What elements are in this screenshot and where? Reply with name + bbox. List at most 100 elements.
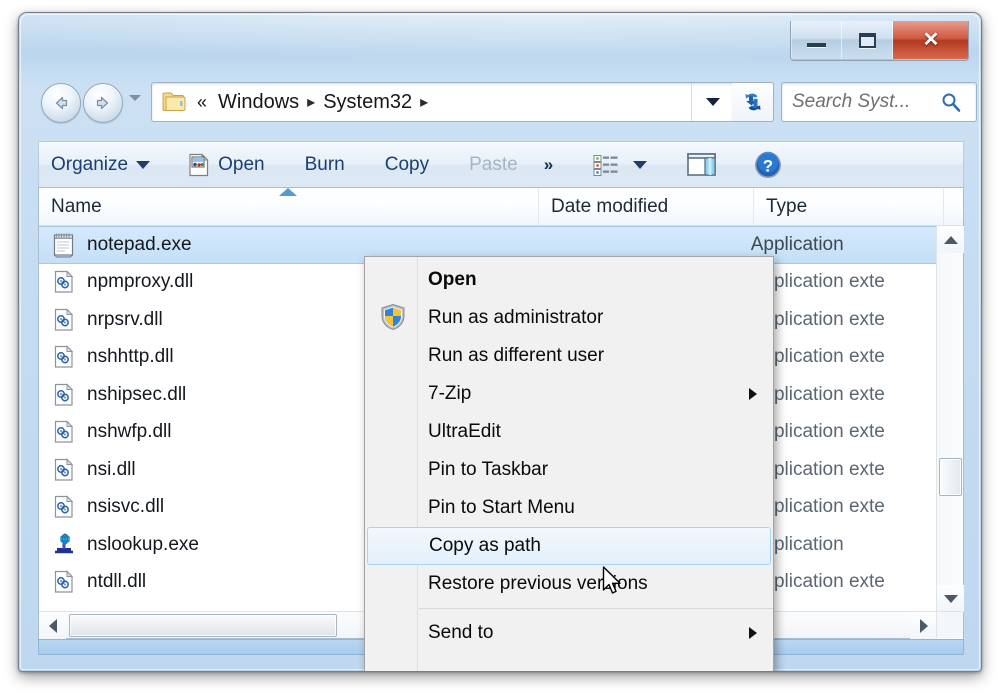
file-type: Application exte [750,308,885,330]
submenu-arrow-icon [749,627,757,639]
scroll-up-button[interactable] [937,226,964,253]
notepad-icon [51,232,77,258]
paste-label: Paste [469,153,518,175]
context-menu-item[interactable]: Run as administrator [365,299,773,337]
context-menu-separator [419,608,773,609]
scroll-up-icon [943,235,958,244]
context-menu-item[interactable]: Pin to Start Menu [365,489,773,527]
column-header-type-label: Type [766,195,808,217]
svg-text:?: ? [763,156,773,175]
copy-button[interactable]: Copy [357,142,441,187]
open-button[interactable]: Open [162,142,276,187]
refresh-icon [744,93,761,111]
back-button[interactable] [41,83,81,123]
scroll-down-icon [943,594,958,603]
change-view-button[interactable] [567,142,659,187]
help-icon: ? [755,151,782,178]
search-box[interactable] [781,82,977,122]
toolbar-overflow-button[interactable]: » [530,142,567,187]
address-dropdown-button[interactable] [691,83,733,121]
breadcrumb-separator-icon[interactable]: ▸ [306,92,316,112]
vertical-scrollbar[interactable] [936,226,964,639]
preview-pane-icon [687,152,716,176]
explorer-window: ✕ « Windows ▸ System32 ▸ Search Syst... … [18,12,982,672]
breadcrumb-item-windows[interactable]: Windows [211,91,306,114]
context-menu-item-label: Pin to Taskbar [428,459,549,480]
forward-arrow-icon [96,96,109,110]
back-arrow-icon [55,96,68,110]
column-header-name-label: Name [51,195,102,217]
close-button[interactable]: ✕ [893,21,968,59]
context-menu-item-label: UltraEdit [428,421,501,442]
context-menu-item[interactable]: Pin to Taskbar [365,451,773,489]
command-toolbar: Organize Open Burn Copy Paste » ? [38,141,964,187]
dll-icon [51,382,77,408]
help-button[interactable]: ? [729,142,795,187]
chevron-down-icon [705,98,720,106]
dll-icon [51,494,77,520]
context-menu-item-label: Send to [428,622,494,643]
file-type: Application exte [750,496,885,518]
breadcrumb-item-system32[interactable]: System32 [316,91,419,114]
chevron-down-icon [633,160,648,169]
context-menu-item[interactable]: UltraEdit [365,413,773,451]
scrollbar-corner [936,611,963,638]
column-header-row: Name Date modified Type [39,188,963,226]
breadcrumb-separator-icon-2[interactable]: ▸ [419,92,429,112]
context-menu-item-label: Open [428,269,477,290]
file-name: notepad.exe [87,233,192,255]
column-header-name[interactable]: Name [39,188,539,225]
file-type: Application exte [750,571,885,593]
paste-button: Paste [441,142,530,187]
nslookup-icon [51,532,77,558]
context-menu-item[interactable]: Open [365,261,773,299]
context-menu-item[interactable]: Restore previous versions [365,565,773,603]
context-menu-item[interactable]: Send to [365,614,773,652]
address-bar[interactable]: « Windows ▸ System32 ▸ [151,82,734,122]
scroll-right-button[interactable] [910,612,937,639]
context-menu-item-label: Restore previous versions [428,573,648,594]
context-menu-item-label: Copy as path [429,535,541,556]
context-menu-item-label: Run as administrator [428,307,604,328]
scroll-down-button[interactable] [937,585,964,612]
close-icon: ✕ [922,29,940,51]
context-menu-item[interactable]: Copy as path [367,527,771,565]
sort-ascending-icon [279,188,297,196]
file-type: Application exte [750,421,885,443]
preview-pane-button[interactable] [659,142,729,187]
search-input[interactable] [790,90,940,114]
dll-icon [51,457,77,483]
context-menu-item[interactable]: Run as different user [365,337,773,375]
open-file-icon [189,152,209,176]
scroll-right-icon [919,618,928,633]
breadcrumb-overflow-icon[interactable]: « [193,92,211,113]
scroll-left-button[interactable] [39,612,66,639]
maximize-button[interactable] [842,21,893,59]
horizontal-scrollbar-thumb[interactable] [69,614,337,637]
refresh-button[interactable] [732,82,774,122]
file-type: Application exte [750,383,885,405]
recent-pages-icon[interactable] [129,95,141,101]
dll-icon [51,569,77,595]
open-label: Open [218,153,265,175]
minimize-button[interactable] [791,21,842,59]
maximize-icon [858,32,876,48]
burn-label: Burn [304,153,345,175]
context-menu-item[interactable]: 7-Zip [365,375,773,413]
dll-icon [51,269,77,295]
file-type: Application [750,233,844,255]
copy-label: Copy [384,153,430,175]
file-type: Application exte [750,271,885,293]
column-header-type[interactable]: Type [754,188,944,225]
file-type: Application exte [750,458,885,480]
forward-button[interactable] [83,83,123,123]
view-list-icon [593,154,618,176]
vertical-scrollbar-thumb[interactable] [939,458,962,496]
dll-icon [51,307,77,333]
column-header-date-modified[interactable]: Date modified [539,188,754,225]
organize-button[interactable]: Organize [39,142,162,187]
folder-icon [162,91,188,113]
search-icon[interactable] [940,91,962,113]
desktop-background: ✕ « Windows ▸ System32 ▸ Search Syst... … [0,0,1000,698]
burn-button[interactable]: Burn [277,142,357,187]
